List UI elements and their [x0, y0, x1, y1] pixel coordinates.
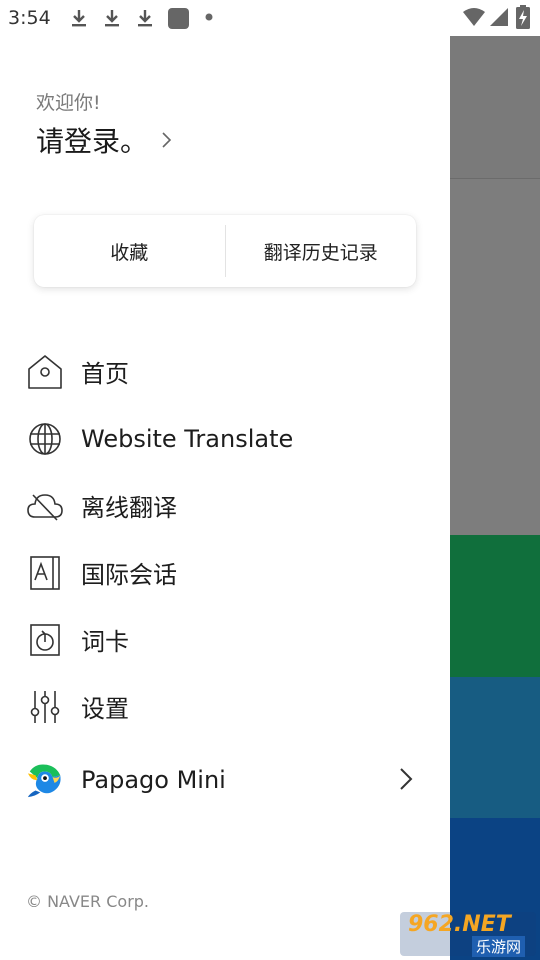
status-time: 3:54: [8, 7, 51, 29]
menu-item-label: Papago Mini: [81, 766, 226, 794]
menu-item-label: Website Translate: [81, 424, 294, 453]
settings-sliders-icon: [26, 688, 64, 726]
menu-item-conversation[interactable]: 国际会话: [0, 539, 450, 606]
home-icon: [26, 353, 64, 391]
battery-charging-icon: [516, 5, 530, 29]
footer-copyright: © NAVER Corp.: [26, 892, 150, 911]
dot-icon: [205, 13, 213, 21]
translation-history-button[interactable]: 翻译历史记录: [226, 215, 417, 287]
chevron-right-icon: [162, 132, 172, 148]
navigation-drawer: 欢迎你! 请登录。 收藏 翻译历史记录 首页 Website Translate…: [0, 36, 450, 960]
conversation-icon: [26, 554, 64, 592]
download-icon: [72, 10, 86, 27]
app-square-icon: [168, 8, 189, 29]
wifi-icon: [463, 8, 485, 26]
menu-item-settings[interactable]: 设置: [0, 673, 450, 740]
background-panel-teal: [450, 677, 540, 818]
background-panel-top: [450, 36, 540, 178]
favorites-button[interactable]: 收藏: [34, 215, 225, 287]
word-card-icon: [26, 621, 64, 659]
status-bar: 3:54: [0, 0, 540, 36]
watermark-top-text: 962.NET: [408, 912, 511, 937]
download-icon: [105, 10, 119, 27]
menu-item-word-cards[interactable]: 词卡: [0, 606, 450, 673]
chevron-right-icon: [400, 768, 413, 790]
menu-item-label: 首页: [81, 360, 129, 388]
cloud-offline-icon: [26, 487, 64, 525]
drawer-menu: 首页 Website Translate 离线翻译 国际会话 词卡 设置 Pap…: [0, 338, 450, 820]
background-panel-gray: [450, 179, 540, 535]
menu-item-label: 离线翻译: [81, 494, 177, 522]
watermark-bottom-text: 乐游网: [472, 936, 526, 957]
menu-item-label: 国际会话: [81, 561, 177, 589]
menu-item-offline-translate[interactable]: 离线翻译: [0, 472, 450, 539]
background-panel-green: [450, 535, 540, 677]
menu-item-label: 设置: [81, 695, 129, 723]
site-watermark: 962.NET 乐游网: [400, 912, 536, 957]
papago-parrot-icon: [26, 761, 64, 799]
login-link[interactable]: 请登录。: [36, 120, 172, 160]
welcome-text: 欢迎你!: [36, 92, 101, 114]
menu-item-papago-mini[interactable]: Papago Mini: [0, 740, 450, 820]
menu-item-website-translate[interactable]: Website Translate: [0, 405, 450, 472]
download-icon: [138, 10, 152, 27]
globe-icon: [26, 420, 64, 458]
login-label: 请登录。: [36, 125, 149, 158]
quick-actions-card: 收藏 翻译历史记录: [34, 215, 416, 287]
menu-item-home[interactable]: 首页: [0, 338, 450, 405]
menu-item-label: 词卡: [81, 628, 129, 656]
signal-icon: [490, 8, 508, 26]
